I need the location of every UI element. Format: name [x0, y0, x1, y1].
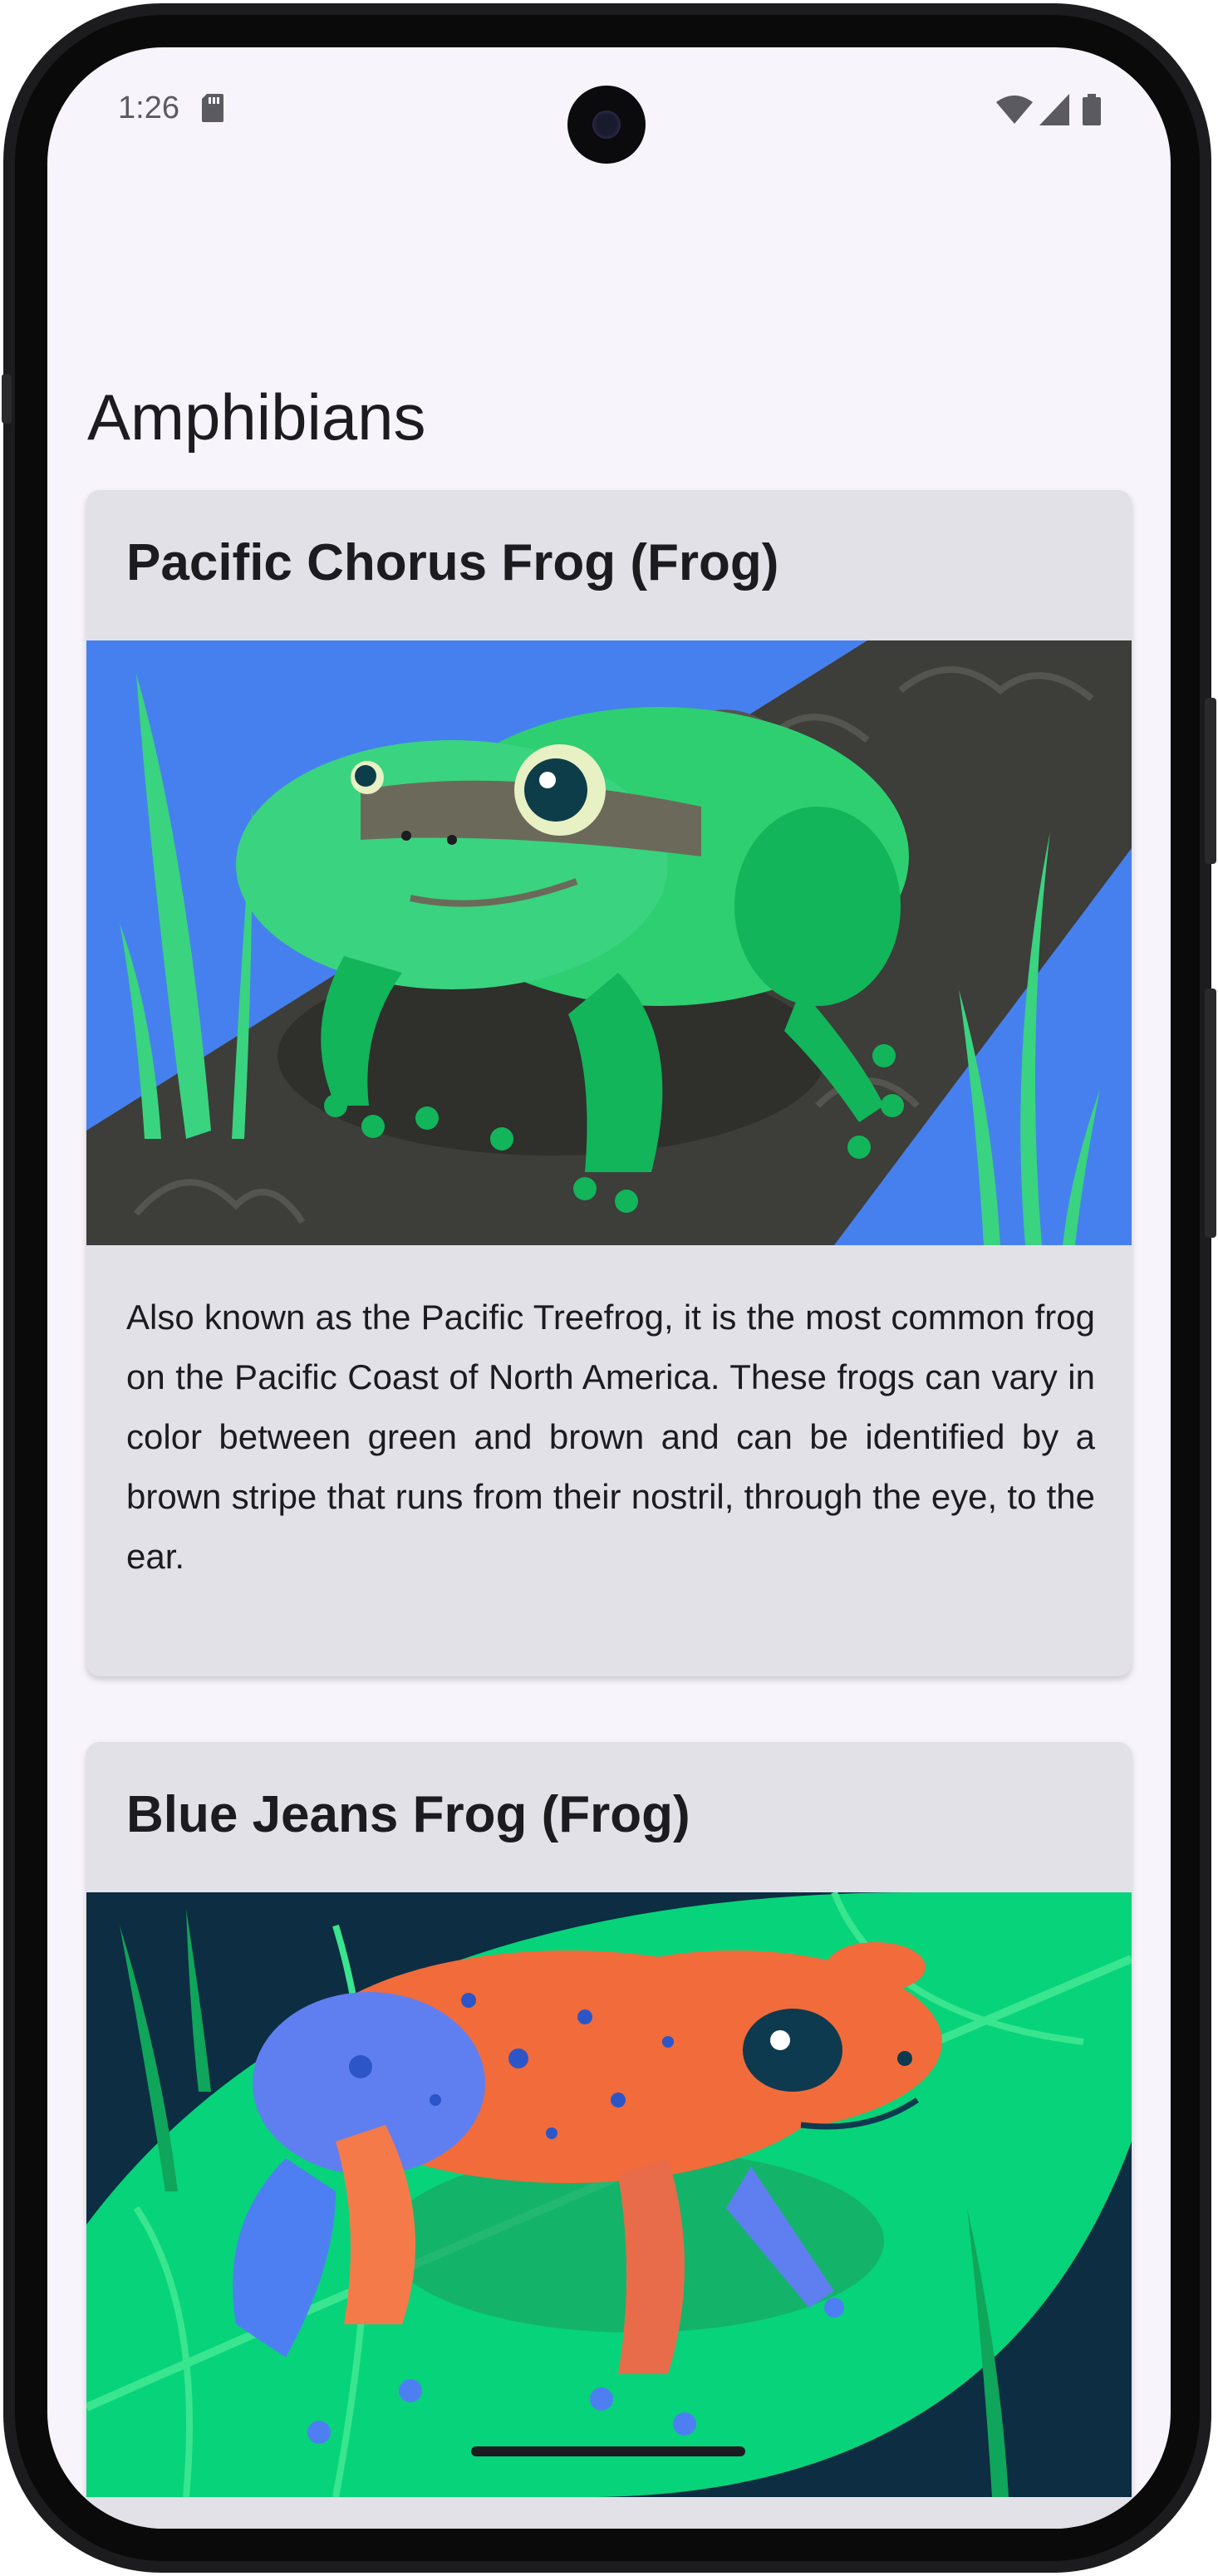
blue-jeans-frog-image	[86, 1892, 1132, 2497]
card-title: Pacific Chorus Frog (Frog)	[126, 534, 779, 591]
volume-button	[1205, 698, 1216, 864]
status-bar: 1:26	[47, 47, 1171, 164]
amphibian-card: Pacific Chorus Frog (Frog) Also known as…	[86, 490, 1132, 1676]
phone-device: 1:26 Amphibians Pacific Chorus Frog (Fro…	[0, 0, 1218, 2576]
cellular-signal-icon	[1039, 94, 1069, 125]
pacific-chorus-frog-image	[86, 640, 1132, 1245]
gesture-nav-handle[interactable]	[471, 2446, 745, 2456]
status-time: 1:26	[118, 91, 179, 125]
card-title: Blue Jeans Frog (Frog)	[126, 1786, 690, 1843]
camera-lens	[592, 110, 621, 139]
screen: 1:26 Amphibians Pacific Chorus Frog (Fro…	[47, 47, 1171, 2529]
battery-icon	[1083, 94, 1101, 125]
page-title: Amphibians	[87, 380, 426, 454]
wifi-icon	[996, 96, 1033, 124]
status-icons	[996, 94, 1104, 125]
power-button	[1205, 989, 1216, 1238]
sd-card-icon	[202, 94, 223, 122]
card-description: Also known as the Pacific Treefrog, it i…	[126, 1298, 1095, 1576]
amphibian-card: Blue Jeans Frog (Frog)	[86, 1742, 1132, 2529]
front-camera	[567, 86, 646, 164]
left-button	[2, 374, 12, 424]
